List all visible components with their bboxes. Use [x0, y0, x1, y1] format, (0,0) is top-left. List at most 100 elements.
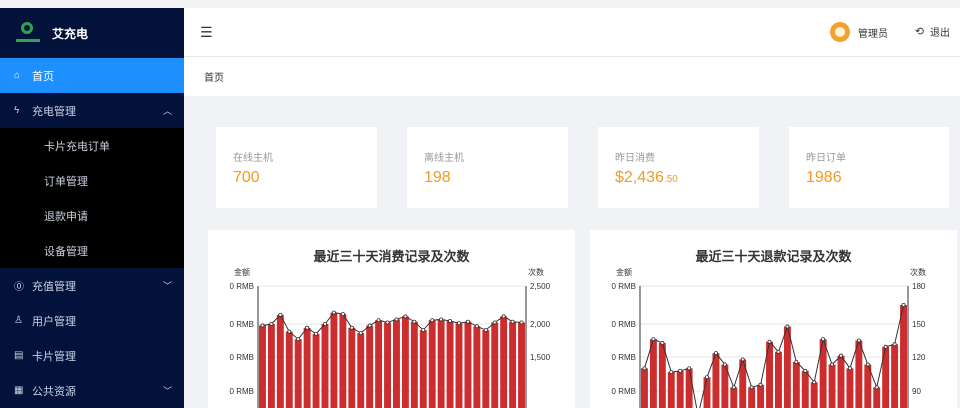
- stat-value: 1986: [806, 169, 842, 186]
- bar: [509, 321, 517, 408]
- data-point: [758, 382, 763, 387]
- bar: [393, 319, 400, 408]
- browser-top-strip: [0, 0, 960, 8]
- bar: [891, 344, 899, 408]
- menu-toggle-icon[interactable]: ☰: [200, 24, 213, 41]
- y2-tick-label: 1,500: [530, 353, 551, 362]
- sidebar-subitem-card-orders[interactable]: 卡片充电订单: [0, 128, 184, 163]
- bar: [259, 325, 266, 408]
- bar: [419, 330, 427, 408]
- bar: [500, 316, 508, 408]
- stat-card-online: 在线主机 700: [216, 127, 377, 208]
- sidebar-subitem-refunds[interactable]: 退款申请: [0, 198, 184, 233]
- sidebar-item-label: 卡片充电订单: [44, 140, 110, 153]
- sidebar-item-charging[interactable]: ϟ 充电管理 ︿: [0, 93, 184, 128]
- data-point: [847, 366, 852, 371]
- data-point: [412, 319, 417, 324]
- data-point: [901, 303, 906, 308]
- data-point: [794, 359, 799, 364]
- sidebar: 艾充电 ⌂ 首页 ϟ 充电管理 ︿ 卡片充电订单 订单管理 退款申请 设备管理 …: [0, 8, 184, 408]
- data-point: [340, 312, 345, 317]
- bar: [491, 322, 499, 408]
- sidebar-item-label: 用户管理: [32, 315, 76, 328]
- admin-menu[interactable]: 管理员: [830, 22, 888, 42]
- sidebar-subitem-orders[interactable]: 订单管理: [0, 163, 184, 198]
- data-point: [812, 380, 817, 385]
- logout-label: 退出: [930, 28, 950, 39]
- logout-button[interactable]: ⟲ 退出: [915, 24, 950, 39]
- y2-tick-label: 180: [912, 282, 926, 291]
- bar: [712, 353, 720, 408]
- data-point: [260, 323, 265, 328]
- admin-name: 管理员: [858, 28, 888, 40]
- y2-tick-label: 150: [912, 320, 926, 329]
- bar: [801, 370, 809, 408]
- bar: [873, 387, 881, 408]
- bar: [294, 339, 302, 408]
- stat-value: 198: [424, 169, 451, 186]
- data-point: [483, 328, 488, 333]
- bar: [837, 355, 845, 408]
- stat-card-orders: 昨日订单 1986: [789, 127, 949, 208]
- data-point: [678, 368, 683, 373]
- yuan-icon: ⓪: [14, 282, 24, 293]
- breadcrumb-home[interactable]: 首页: [204, 69, 224, 84]
- y2-tick-label: 120: [912, 353, 926, 362]
- data-point: [439, 317, 444, 322]
- data-point: [660, 341, 665, 346]
- y2-tick-label: 2,000: [530, 320, 551, 329]
- refund-chart: 金额 次数 0 RMB 0 RMB 0 RMB 0 RMB 180 150 120 90: [612, 267, 926, 408]
- sidebar-item-users[interactable]: ♙ 用户管理: [0, 303, 184, 338]
- bar: [649, 339, 657, 408]
- bar: [667, 372, 675, 408]
- sidebar-item-label: 设备管理: [44, 245, 88, 258]
- data-point: [722, 362, 727, 367]
- sidebar-item-cards[interactable]: ▤ 卡片管理: [0, 338, 184, 373]
- y-axis-title: 金额: [234, 267, 250, 277]
- bar: [321, 324, 329, 408]
- bar: [384, 322, 391, 408]
- sidebar-item-home[interactable]: ⌂ 首页: [0, 58, 184, 93]
- sidebar-item-recharge[interactable]: ⓪ 充值管理 ﹀: [0, 268, 184, 303]
- bar: [783, 326, 791, 408]
- data-point: [474, 324, 479, 329]
- bar: [703, 377, 711, 408]
- avatar: [830, 22, 850, 42]
- y2-tick-label: 2,500: [530, 282, 551, 291]
- bar: [685, 368, 693, 408]
- card-icon: ▤: [14, 350, 24, 361]
- data-point: [865, 362, 870, 367]
- y-tick-label: 0 RMB: [230, 320, 254, 329]
- y-tick-label: 0 RMB: [612, 353, 636, 362]
- bar: [464, 321, 472, 408]
- bar: [366, 325, 374, 408]
- chevron-down-icon: ﹀: [162, 386, 172, 396]
- stat-label: 离线主机: [424, 153, 464, 164]
- data-point: [669, 370, 674, 375]
- refund-chart-panel: 最近三十天退款记录及次数 金额 次数 0 RMB 0 RMB 0 RMB 0 RMB 180…: [590, 230, 957, 408]
- data-point: [510, 319, 515, 324]
- bar: [518, 322, 525, 408]
- data-point: [465, 319, 470, 324]
- bar: [482, 330, 490, 408]
- y2-axis-title: 次数: [528, 267, 544, 277]
- data-point: [767, 339, 772, 344]
- data-point: [296, 337, 301, 342]
- data-point: [349, 325, 354, 330]
- sidebar-item-label: 充值管理: [32, 280, 76, 293]
- y-tick-label: 0 RMB: [612, 387, 636, 396]
- data-point: [376, 318, 381, 323]
- sidebar-item-label: 退款申请: [44, 210, 88, 223]
- bar: [330, 312, 338, 408]
- logout-icon: ⟲: [914, 26, 924, 38]
- y-tick-label: 0 RMB: [230, 282, 254, 291]
- brand[interactable]: 艾充电: [0, 8, 184, 58]
- data-point: [883, 344, 888, 349]
- sidebar-subitem-devices[interactable]: 设备管理: [0, 233, 184, 268]
- user-icon: ♙: [14, 315, 23, 326]
- stat-card-consumption: 昨日消费 $2,436.50: [598, 127, 759, 208]
- sidebar-item-resources[interactable]: ▦ 公共资源 ﹀: [0, 373, 184, 408]
- data-point: [731, 385, 736, 390]
- data-point: [492, 320, 497, 325]
- data-point: [358, 331, 363, 336]
